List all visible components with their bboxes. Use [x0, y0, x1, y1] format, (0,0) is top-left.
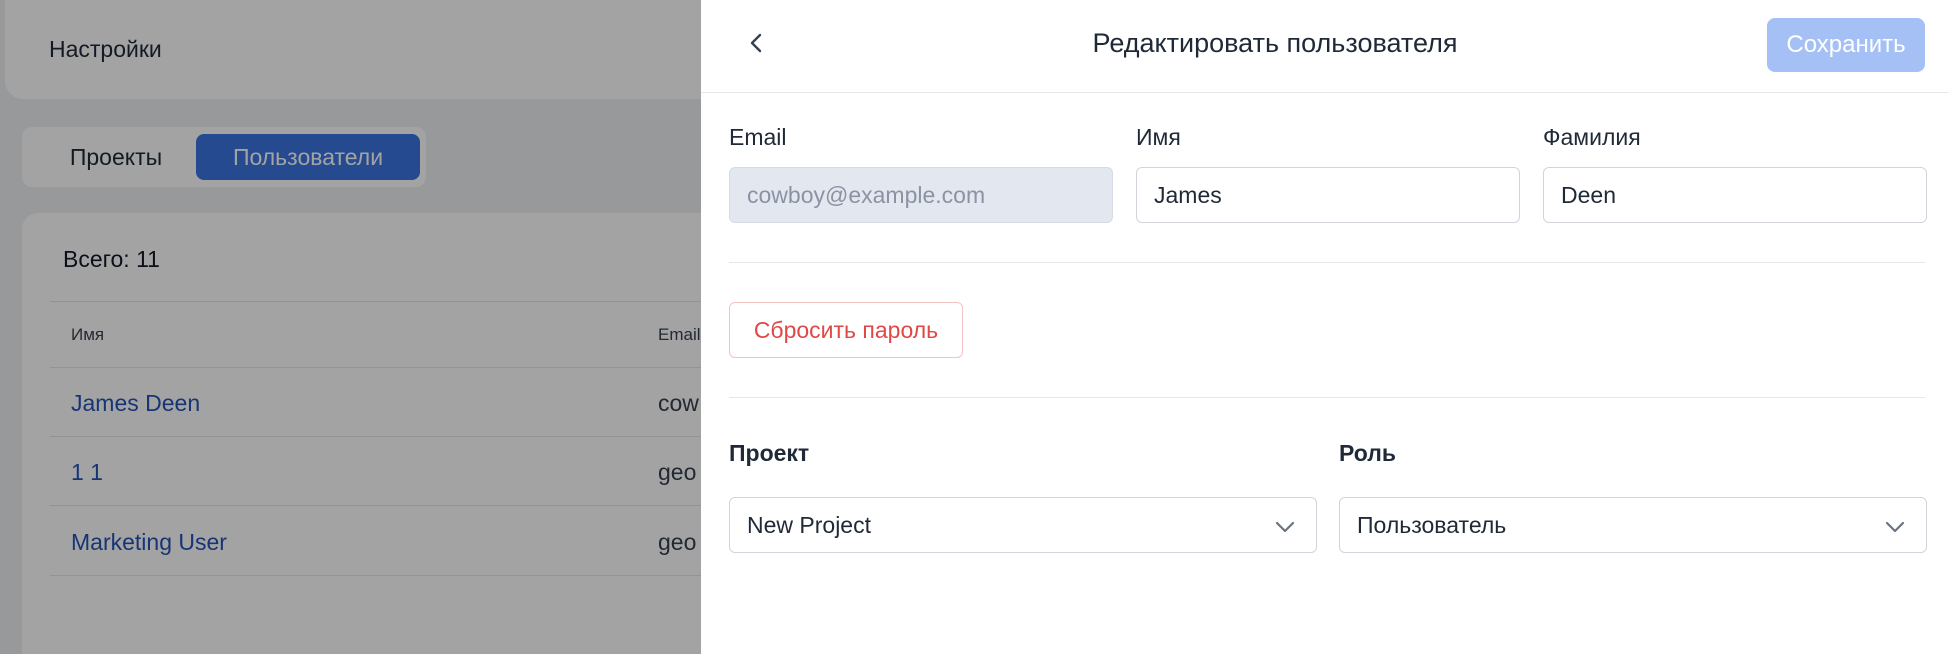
drawer-header: Редактировать пользователя Сохранить [701, 0, 1948, 93]
project-select-value: New Project [747, 512, 871, 538]
role-select[interactable]: Пользователь [1339, 497, 1927, 553]
first-name-field[interactable] [1136, 167, 1520, 223]
role-label: Роль [1339, 440, 1396, 466]
project-select[interactable]: New Project [729, 497, 1317, 553]
save-button[interactable]: Сохранить [1767, 18, 1925, 72]
project-label: Проект [729, 440, 810, 466]
last-name-field[interactable] [1543, 167, 1927, 223]
last-name-label: Фамилия [1543, 124, 1641, 150]
email-label: Email [729, 124, 787, 150]
chevron-down-icon [1885, 521, 1905, 533]
reset-password-button[interactable]: Сбросить пароль [729, 302, 963, 358]
first-name-label: Имя [1136, 124, 1181, 150]
email-field[interactable] [729, 167, 1113, 223]
edit-user-drawer: Редактировать пользователя Сохранить Ema… [701, 0, 1948, 654]
role-select-value: Пользователь [1357, 512, 1507, 538]
drawer-title: Редактировать пользователя [1092, 28, 1458, 58]
chevron-down-icon [1275, 521, 1295, 533]
divider [729, 262, 1925, 263]
divider [729, 397, 1925, 398]
